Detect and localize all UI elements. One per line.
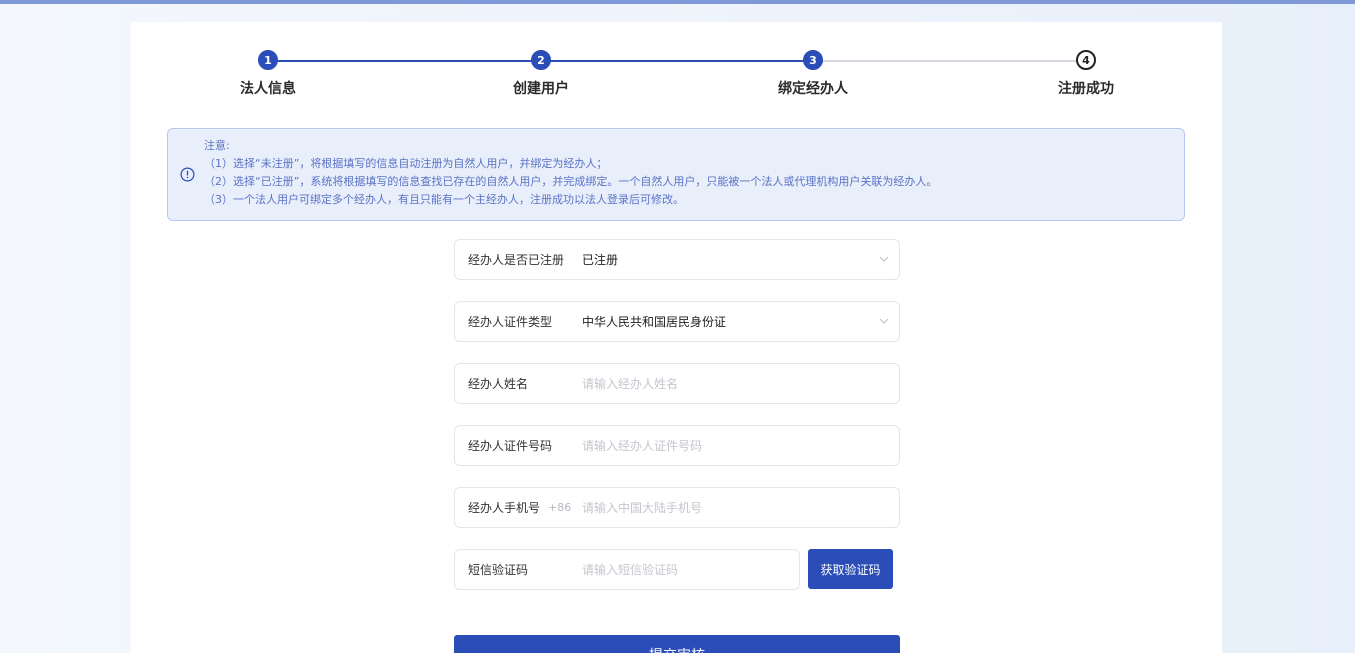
notice-line-3: （3）一个法人用户可绑定多个经办人，有且只能有一个主经办人，注册成功以法人登录后… (204, 193, 684, 206)
step-connector-2-3 (541, 60, 813, 62)
id-number-input[interactable] (582, 433, 862, 458)
id-type-label: 经办人证件类型 (468, 315, 553, 329)
step-2-number: 2 (537, 53, 545, 67)
name-field: 经办人姓名 (454, 363, 900, 404)
get-code-button[interactable]: 获取验证码 (808, 549, 893, 589)
id-type-select[interactable]: 经办人证件类型 中华人民共和国居民身份证 (454, 301, 900, 342)
step-1-number: 1 (264, 53, 272, 67)
notice-text: 注意: （1）选择“未注册”，将根据填写的信息自动注册为自然人用户，并绑定为经办… (204, 137, 937, 209)
phone-label: 经办人手机号 (468, 501, 541, 515)
step-4-circle: 4 (1076, 50, 1096, 70)
step-3-number: 3 (809, 53, 817, 67)
step-3-circle: 3 (803, 50, 823, 70)
submit-review-button[interactable]: 提交审核 (454, 635, 900, 653)
sms-code-input[interactable] (582, 557, 782, 582)
notice-line-1: （1）选择“未注册”，将根据填写的信息自动注册为自然人用户，并绑定为经办人； (204, 157, 608, 170)
chevron-down-icon (879, 318, 889, 324)
step-connector-1-2 (268, 60, 541, 62)
step-1-label: 法人信息 (240, 81, 296, 97)
step-3-label: 绑定经办人 (778, 81, 848, 97)
step-2-label: 创建用户 (513, 81, 569, 97)
registered-select[interactable]: 经办人是否已注册 已注册 (454, 239, 900, 280)
sms-code-field: 短信验证码 (454, 549, 800, 590)
step-1-circle: 1 (258, 50, 278, 70)
chevron-down-icon (879, 256, 889, 262)
info-circle-icon (180, 167, 195, 182)
registration-card: 1 法人信息 2 创建用户 3 绑定经办人 4 注册成功 注意: （1）选择“未… (131, 22, 1222, 653)
notice-line-2: （2）选择“已注册”，系统将根据填写的信息查找已存在的自然人用户，并完成绑定。一… (204, 175, 938, 188)
notice-title: 注意: (204, 139, 230, 152)
step-connector-3-4 (813, 60, 1086, 62)
id-type-value: 中华人民共和国居民身份证 (582, 315, 727, 329)
sms-code-label: 短信验证码 (468, 563, 529, 577)
name-input[interactable] (582, 371, 862, 396)
phone-field: 经办人手机号 +86 (454, 487, 900, 528)
phone-input[interactable] (582, 495, 862, 520)
progress-stepper: 1 法人信息 2 创建用户 3 绑定经办人 4 注册成功 (131, 22, 1222, 132)
id-number-label: 经办人证件号码 (468, 439, 553, 453)
notice-box: 注意: （1）选择“未注册”，将根据填写的信息自动注册为自然人用户，并绑定为经办… (167, 128, 1185, 221)
top-accent-bar (0, 0, 1355, 4)
registered-label: 经办人是否已注册 (468, 253, 565, 267)
name-label: 经办人姓名 (468, 377, 529, 391)
step-2-circle: 2 (531, 50, 551, 70)
phone-country-prefix: +86 (548, 501, 572, 514)
step-4-number: 4 (1082, 53, 1090, 67)
registered-value: 已注册 (582, 253, 619, 267)
step-4-label: 注册成功 (1058, 81, 1114, 97)
id-number-field: 经办人证件号码 (454, 425, 900, 466)
